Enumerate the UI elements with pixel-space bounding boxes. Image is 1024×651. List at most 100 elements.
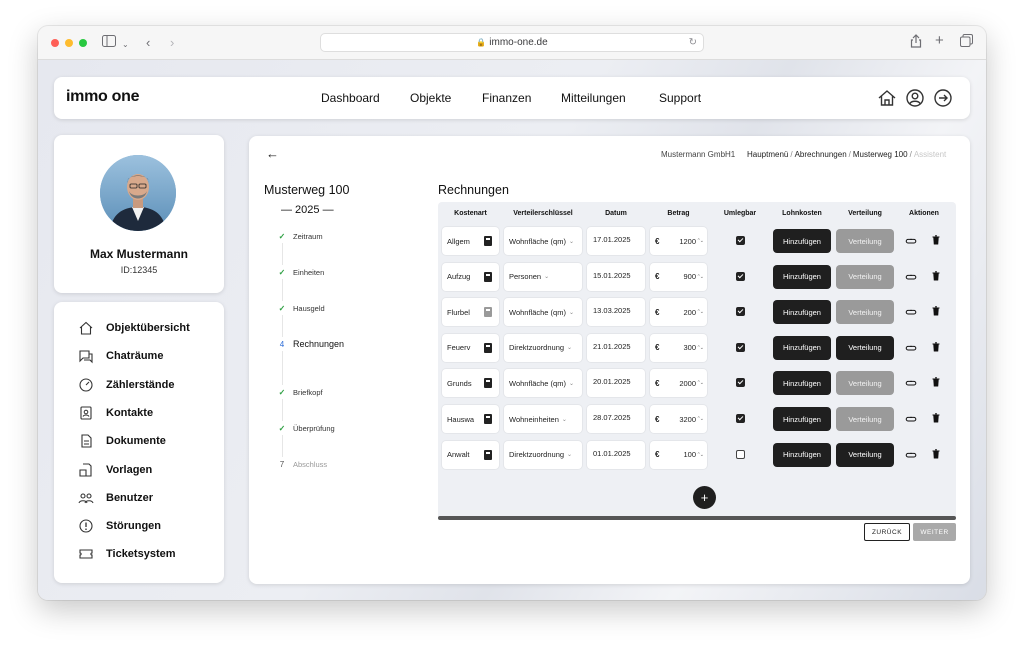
datum-input[interactable]: 01.01.2025 [587,440,645,469]
sidebar-item-0[interactable]: Objektübersicht [78,319,190,337]
calculator-icon[interactable] [484,414,492,424]
link-icon[interactable]: ⊂⊃ [905,272,917,283]
datum-input[interactable]: 15.01.2025 [587,262,645,291]
sidebar-toggle-icon[interactable] [102,34,116,52]
kostenart-input[interactable]: Anwalt [442,440,499,469]
umlegbar-checkbox[interactable] [736,271,745,281]
stepper-icon[interactable]: ⌃⌄ [697,238,704,244]
datum-input[interactable]: 13.03.2025 [587,298,645,327]
link-icon[interactable]: ⊂⊃ [905,450,917,461]
hinzufuegen-button[interactable]: Hinzufügen [773,407,831,431]
verteilerschluessel-select[interactable]: Wohnfläche (qm) ⌄ [504,369,582,398]
wizard-step-3[interactable]: ✓ Hausgeld [275,301,325,315]
verteilerschluessel-select[interactable]: Personen ⌄ [504,262,582,291]
sidebar-item-8[interactable]: Ticketsystem [78,545,176,563]
profile-icon[interactable] [905,88,925,108]
table-scrollbar[interactable] [438,516,956,520]
sidebar-item-6[interactable]: Benutzer [78,489,153,507]
trash-icon[interactable] [932,342,940,352]
calculator-icon[interactable] [484,342,492,353]
forward-nav-icon[interactable]: › [170,34,174,52]
trash-icon[interactable] [932,270,940,281]
back-button[interactable]: ZURÜCK [864,523,910,541]
verteilung-button[interactable]: Verteilung [836,264,894,289]
wizard-step-6[interactable]: ✓ Überprüfung [275,421,335,435]
trash-icon[interactable] [932,413,940,423]
umlegbar-checkbox[interactable] [736,236,745,245]
wizard-step-4[interactable]: 4 Rechnungen [275,337,344,351]
zoom-window-button[interactable] [79,39,87,47]
stepper-icon[interactable]: ⌃⌄ [697,452,704,458]
stepper-icon[interactable]: ⌃⌄ [697,309,704,315]
close-window-button[interactable] [51,39,59,47]
umlegbar-checkbox[interactable] [736,449,745,459]
nav-dashboard[interactable]: Dashboard [321,91,380,105]
back-nav-icon[interactable]: ‹ [146,34,150,52]
sidebar-item-1[interactable]: Chaträume [78,347,163,365]
sidebar-item-7[interactable]: Störungen [78,517,161,535]
sidebar-item-5[interactable]: Vorlagen [78,461,152,479]
calculator-icon[interactable] [484,236,492,246]
trash-icon[interactable] [932,306,940,316]
calculator-icon[interactable] [484,271,492,282]
wizard-step-5[interactable]: ✓ Briefkopf [275,385,323,399]
minimize-window-button[interactable] [65,39,73,47]
kostenart-input[interactable]: Feuerv [442,333,499,362]
betrag-input[interactable]: €200 ⌃⌄ [650,298,707,327]
hinzufuegen-button[interactable]: Hinzufügen [773,264,831,289]
hinzufuegen-button[interactable]: Hinzufügen [773,442,831,467]
tab-overview-icon[interactable] [960,34,973,52]
link-icon[interactable]: ⊂⊃ [905,378,917,389]
wizard-step-2[interactable]: ✓ Einheiten [275,265,324,279]
verteilerschluessel-select[interactable]: Direktzuordnung ⌄ [504,333,582,362]
wizard-step-1[interactable]: ✓ Zeitraum [275,229,323,243]
betrag-input[interactable]: €1200 ⌃⌄ [650,227,707,255]
umlegbar-checkbox[interactable] [736,307,745,317]
stepper-icon[interactable]: ⌃⌄ [697,416,704,422]
verteilung-button[interactable]: Verteilung [836,442,894,467]
nav-objekte[interactable]: Objekte [410,91,451,105]
hinzufuegen-button[interactable]: Hinzufügen [773,371,831,396]
verteilerschluessel-select[interactable]: Wohnfläche (qm) ⌄ [504,227,582,255]
hinzufuegen-button[interactable]: Hinzufügen [773,335,831,360]
stepper-icon[interactable]: ⌃⌄ [697,380,704,386]
verteilerschluessel-select[interactable]: Wohnfläche (qm) ⌄ [504,298,582,327]
trash-icon[interactable] [932,377,940,387]
address-bar[interactable]: 🔒 immo-one.de ↻ [320,33,704,52]
share-icon[interactable] [910,34,922,53]
kostenart-input[interactable]: Aufzug [442,262,499,291]
calculator-icon[interactable] [484,307,492,318]
link-icon[interactable]: ⊂⊃ [905,414,917,425]
betrag-input[interactable]: €2000 ⌃⌄ [650,369,707,398]
verteilung-button[interactable]: Verteilung [836,371,894,396]
stepper-icon[interactable]: ⌃⌄ [697,345,704,351]
stepper-icon[interactable]: ⌃⌄ [697,274,704,280]
trash-icon[interactable] [932,448,940,459]
hinzufuegen-button[interactable]: Hinzufügen [773,229,831,253]
kostenart-input[interactable]: Hauswa [442,405,499,433]
calculator-icon[interactable] [484,449,492,460]
datum-input[interactable]: 17.01.2025 [587,227,645,255]
umlegbar-checkbox[interactable] [736,378,745,388]
nav-mitteilungen[interactable]: Mitteilungen [561,91,626,105]
logo[interactable]: immo one [66,88,139,106]
logout-icon[interactable] [933,88,953,108]
reload-icon[interactable]: ↻ [689,34,697,51]
datum-input[interactable]: 28.07.2025 [587,405,645,433]
verteilung-button[interactable]: Verteilung [836,229,894,253]
add-row-button[interactable]: + [693,486,716,509]
umlegbar-checkbox[interactable] [736,414,745,423]
verteilung-button[interactable]: Verteilung [836,335,894,360]
back-arrow-icon[interactable]: ← [266,146,279,161]
sidebar-item-3[interactable]: Kontakte [78,404,153,422]
kostenart-input[interactable]: Grunds [442,369,499,398]
betrag-input[interactable]: €3200 ⌃⌄ [650,405,707,433]
umlegbar-checkbox[interactable] [736,342,745,352]
link-icon[interactable]: ⊂⊃ [905,343,917,354]
trash-icon[interactable] [932,235,940,245]
nav-support[interactable]: Support [659,91,701,105]
betrag-input[interactable]: €300 ⌃⌄ [650,333,707,362]
verteilung-button[interactable]: Verteilung [836,407,894,431]
wizard-step-7[interactable]: 7 Abschluss [275,457,327,471]
sidebar-item-4[interactable]: Dokumente [78,432,166,450]
